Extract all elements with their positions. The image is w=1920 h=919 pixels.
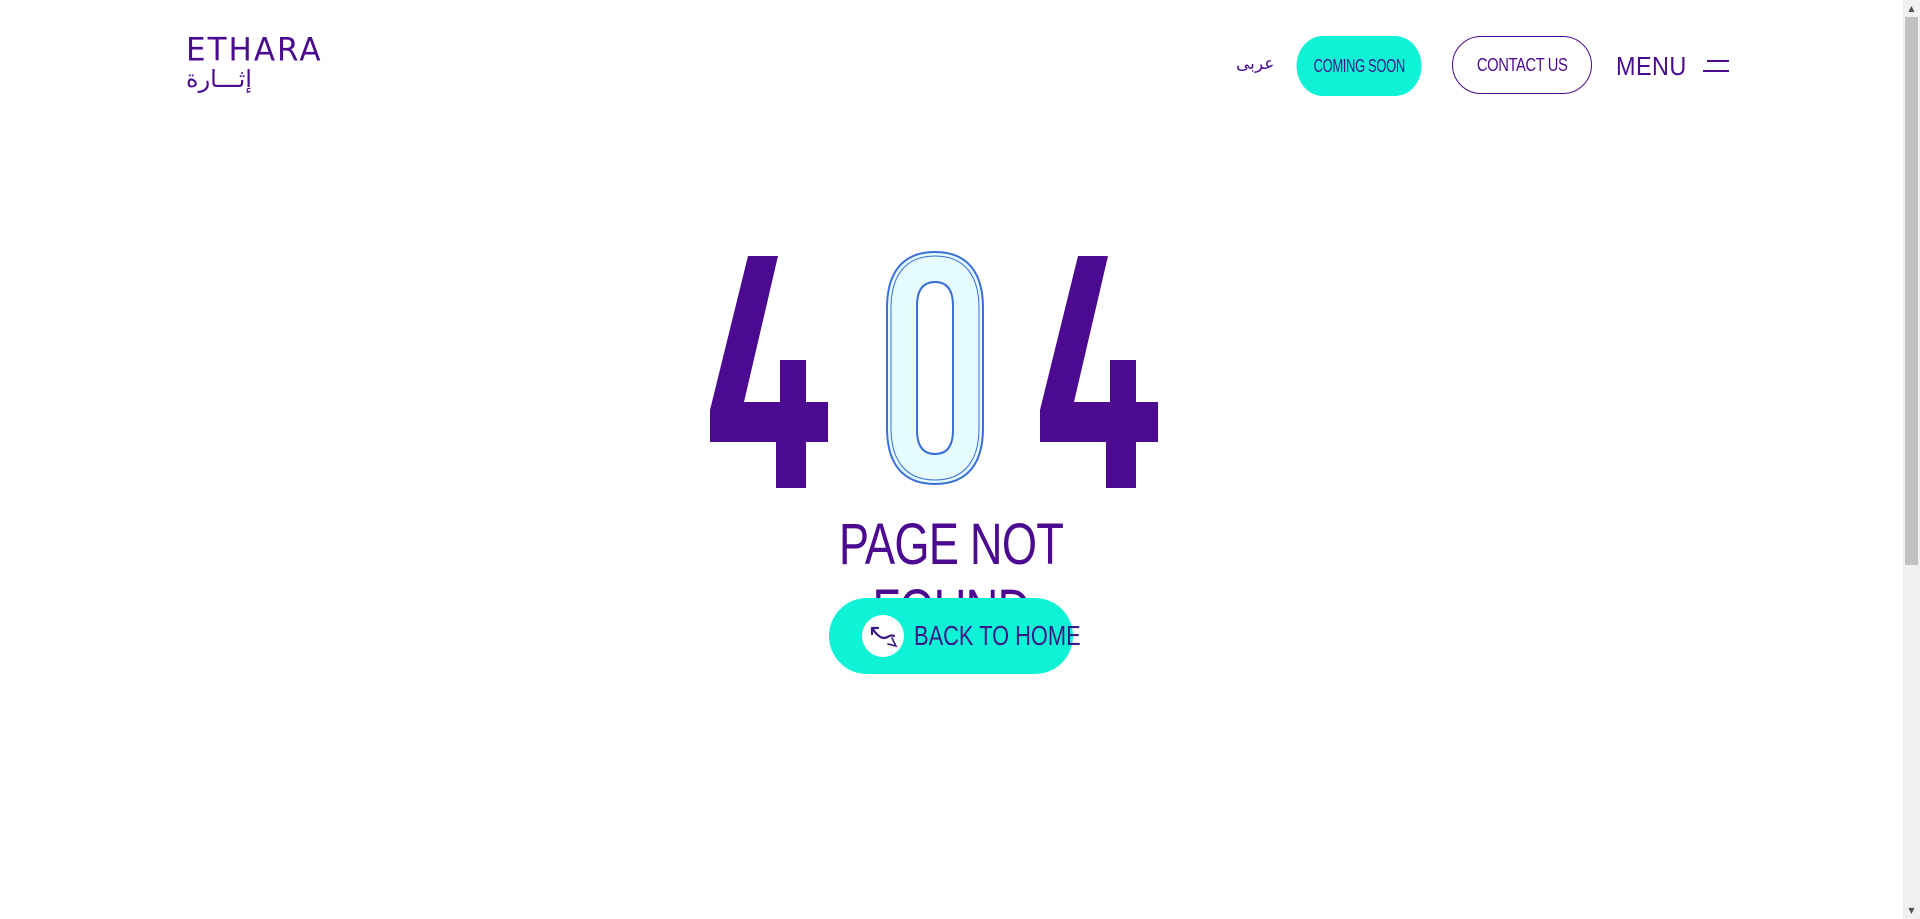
logo-arabic-text: إثـــارة	[186, 65, 252, 93]
curved-arrow-icon	[862, 615, 904, 657]
back-to-home-button[interactable]: BACK TO HOME	[829, 598, 1081, 674]
arrow-down-icon[interactable]: ▼	[1903, 902, 1920, 919]
error-code	[710, 248, 1160, 488]
contact-us-button[interactable]: CONTACT US	[1452, 36, 1592, 94]
error-digit-four-right	[1040, 248, 1160, 488]
page: ETHARA إثـــارة عربى COMING SOON CONTACT…	[0, 0, 1920, 919]
ethara-logo[interactable]: ETHARA إثـــارة	[186, 31, 324, 93]
error-digit-four-left	[710, 248, 830, 488]
contact-us-label: CONTACT US	[1476, 54, 1568, 75]
menu-toggle[interactable]: MENU	[1616, 50, 1729, 82]
hamburger-icon	[1702, 57, 1729, 75]
back-to-home-label: BACK TO HOME	[914, 620, 1081, 651]
logo-latin-text: ETHARA	[186, 31, 323, 69]
coming-soon-label: COMING SOON	[1313, 55, 1405, 76]
language-switch-link[interactable]: عربى	[1236, 53, 1274, 75]
coming-soon-button[interactable]: COMING SOON	[1296, 36, 1422, 96]
error-digit-zero	[875, 248, 995, 488]
vertical-scrollbar[interactable]: ▲ ▼	[1903, 0, 1920, 919]
arrow-up-icon[interactable]: ▲	[1903, 0, 1920, 17]
menu-label: MENU	[1616, 50, 1687, 81]
scrollbar-thumb[interactable]	[1905, 17, 1918, 565]
